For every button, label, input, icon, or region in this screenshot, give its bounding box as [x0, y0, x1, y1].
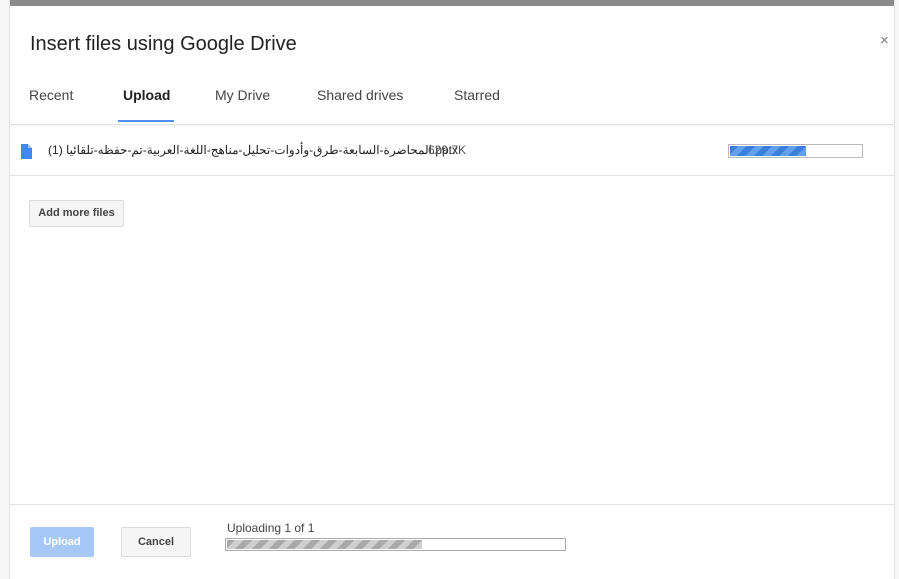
- dialog-title: Insert files using Google Drive: [30, 33, 297, 55]
- tab-starred[interactable]: Starred: [454, 87, 500, 103]
- tab-my-drive[interactable]: My Drive: [215, 87, 270, 103]
- tabs-divider: [10, 124, 894, 125]
- tab-bar: Recent Upload My Drive Shared drives Sta…: [10, 84, 894, 124]
- tab-recent[interactable]: Recent: [29, 87, 73, 103]
- upload-button[interactable]: Upload: [30, 527, 94, 557]
- footer-divider: [10, 504, 894, 505]
- active-tab-indicator: [118, 120, 174, 122]
- file-progress-fill: [730, 146, 806, 156]
- file-row: المحاضرة-السابعة-طرق-وأدوات-تحليل-مناهج-…: [10, 139, 894, 175]
- file-row-divider: [10, 175, 894, 176]
- window-left-edge: [0, 0, 10, 579]
- total-progress-bar: [225, 538, 566, 551]
- window-right-edge: [894, 0, 899, 579]
- total-progress-fill: [227, 540, 422, 549]
- close-icon[interactable]: ×: [880, 32, 889, 49]
- tab-upload[interactable]: Upload: [123, 87, 170, 103]
- upload-status-text: Uploading 1 of 1: [227, 521, 315, 535]
- file-size: 629.7K: [428, 143, 467, 157]
- file-name: المحاضرة-السابعة-طرق-وأدوات-تحليل-مناهج-…: [48, 143, 458, 157]
- document-icon: [21, 144, 32, 159]
- cancel-button[interactable]: Cancel: [121, 527, 191, 557]
- add-more-files-button[interactable]: Add more files: [29, 200, 124, 227]
- file-progress-bar: [728, 144, 863, 158]
- tab-shared-drives[interactable]: Shared drives: [317, 87, 403, 103]
- insert-files-dialog: Insert files using Google Drive × Recent…: [10, 6, 894, 579]
